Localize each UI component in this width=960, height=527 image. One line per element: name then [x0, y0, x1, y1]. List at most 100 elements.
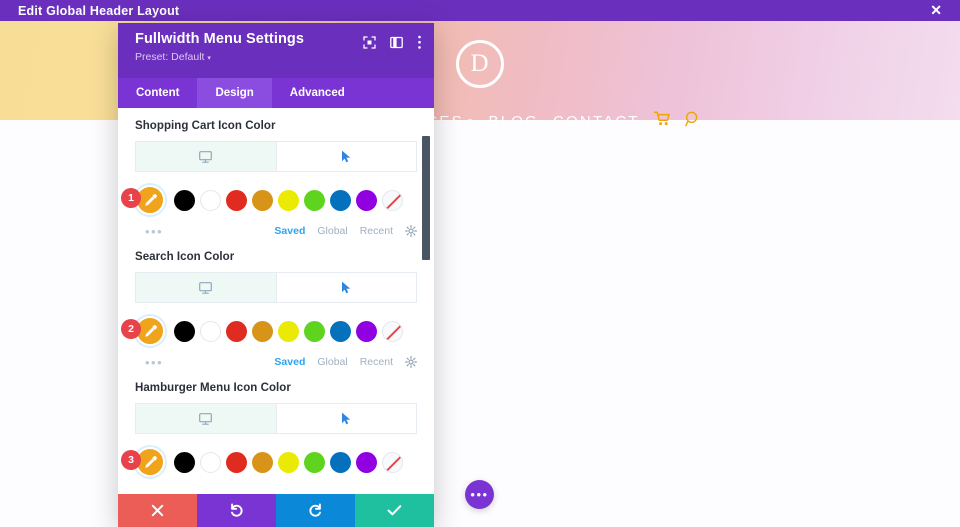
responsive-state-tabs [135, 272, 417, 303]
swatch-orange[interactable] [252, 189, 273, 211]
cursor-icon [341, 412, 350, 425]
desktop-view-tab[interactable] [136, 273, 276, 302]
eyedropper-icon [144, 455, 157, 468]
eyedropper-icon [144, 193, 157, 206]
link-global[interactable]: Global [317, 356, 347, 368]
field-label: Hamburger Menu Icon Color [135, 382, 291, 394]
step-badge: 2 [121, 319, 141, 339]
swatch-black[interactable] [174, 320, 195, 342]
swatch-green[interactable] [304, 189, 325, 211]
link-recent[interactable]: Recent [360, 225, 393, 237]
tab-advanced[interactable]: Advanced [272, 78, 363, 108]
site-navigation-menu: ICES ▾ BLOG CONTACT [420, 108, 701, 134]
swatch-purple[interactable] [356, 189, 377, 211]
modal-footer-actions [118, 494, 434, 527]
settings-gear-icon[interactable] [405, 225, 417, 237]
cursor-icon [341, 281, 350, 294]
step-badge: 3 [121, 450, 141, 470]
undo-button[interactable] [197, 494, 276, 527]
swatch-green[interactable] [304, 451, 325, 473]
swatch-yellow[interactable] [278, 189, 299, 211]
responsive-state-tabs [135, 141, 417, 172]
settings-gear-icon[interactable] [405, 356, 417, 368]
modal-header: Fullwidth Menu Settings Preset: Default … [118, 23, 434, 78]
desktop-icon [199, 281, 213, 294]
swatch-transparent[interactable] [382, 320, 403, 342]
link-recent[interactable]: Recent [360, 356, 393, 368]
page-title: Edit Global Header Layout [18, 3, 180, 18]
save-button[interactable] [355, 494, 434, 527]
close-icon[interactable]: ✕ [930, 0, 942, 21]
field-hamburger-menu-icon-color: Hamburger Menu Icon Color 3 [118, 370, 434, 479]
swatch-red[interactable] [226, 189, 247, 211]
nav-item-contact[interactable]: CONTACT [553, 113, 640, 130]
redo-button[interactable] [276, 494, 355, 527]
swatch-blue[interactable] [330, 189, 351, 211]
cursor-icon [341, 150, 350, 163]
swatch-transparent[interactable] [382, 451, 403, 473]
chevron-down-icon[interactable]: ▾ [468, 116, 475, 127]
swatch-black[interactable] [174, 451, 195, 473]
swatch-purple[interactable] [356, 451, 377, 473]
nav-item-blog[interactable]: BLOG [489, 113, 539, 130]
redo-icon [309, 503, 321, 517]
swatch-yellow[interactable] [278, 451, 299, 473]
undo-icon [231, 503, 243, 517]
more-colors-icon[interactable]: ••• [145, 224, 163, 239]
desktop-icon [199, 150, 213, 163]
desktop-icon [199, 412, 213, 425]
close-icon [151, 504, 164, 517]
link-saved[interactable]: Saved [274, 356, 305, 368]
color-swatch-row: 3 [121, 445, 417, 479]
swatch-red[interactable] [226, 320, 247, 342]
site-logo[interactable]: D [456, 40, 504, 88]
preset-label: Preset: Default [135, 51, 205, 63]
hover-state-tab[interactable] [275, 142, 417, 171]
swatch-purple[interactable] [356, 320, 377, 342]
cancel-button[interactable] [118, 494, 197, 527]
modal-settings-scroll-area[interactable]: Shopping Cart Icon Color 1 ••• Saved Glo… [118, 108, 434, 494]
swatch-blue[interactable] [330, 451, 351, 473]
palette-source-links: Saved Global Recent [274, 225, 417, 237]
shopping-cart-icon[interactable] [653, 111, 671, 131]
modal-tab-bar: Content Design Advanced [118, 78, 434, 108]
field-label: Shopping Cart Icon Color [135, 120, 276, 132]
swatch-blue[interactable] [330, 320, 351, 342]
search-icon[interactable] [685, 111, 701, 132]
color-swatch-row: 2 [121, 314, 417, 348]
desktop-view-tab[interactable] [136, 142, 276, 171]
hover-state-tab[interactable] [275, 273, 417, 302]
more-options-icon[interactable] [417, 35, 422, 55]
scrollbar-track[interactable] [422, 108, 432, 494]
split-view-icon[interactable] [390, 36, 403, 54]
field-search-icon-color: Search Icon Color 2 ••• Saved Global Rec… [118, 239, 434, 370]
checkmark-icon [387, 505, 402, 516]
modal-header-icon-group [363, 35, 422, 55]
swatch-red[interactable] [226, 451, 247, 473]
swatch-transparent[interactable] [382, 189, 403, 211]
tab-content[interactable]: Content [118, 78, 197, 108]
step-badge: 1 [121, 188, 141, 208]
tab-design[interactable]: Design [197, 78, 272, 108]
hover-state-tab[interactable] [275, 404, 417, 433]
fullscreen-icon[interactable] [363, 36, 376, 54]
swatch-meta-row: ••• Saved Global Recent [135, 354, 417, 370]
field-shopping-cart-icon-color: Shopping Cart Icon Color 1 ••• Saved Glo… [118, 108, 434, 239]
desktop-view-tab[interactable] [136, 404, 276, 433]
swatch-black[interactable] [174, 189, 195, 211]
link-saved[interactable]: Saved [274, 225, 305, 237]
more-actions-fab[interactable]: ••• [465, 480, 494, 509]
swatch-white[interactable] [200, 451, 221, 473]
swatch-white[interactable] [200, 320, 221, 342]
swatch-white[interactable] [200, 189, 221, 211]
editor-top-bar: Edit Global Header Layout ✕ [0, 0, 960, 21]
palette-source-links: Saved Global Recent [274, 356, 417, 368]
swatch-orange[interactable] [252, 320, 273, 342]
swatch-orange[interactable] [252, 451, 273, 473]
color-swatch-row: 1 [121, 183, 417, 217]
more-colors-icon[interactable]: ••• [145, 355, 163, 370]
swatch-yellow[interactable] [278, 320, 299, 342]
link-global[interactable]: Global [317, 225, 347, 237]
scrollbar-thumb[interactable] [422, 136, 430, 260]
swatch-green[interactable] [304, 320, 325, 342]
